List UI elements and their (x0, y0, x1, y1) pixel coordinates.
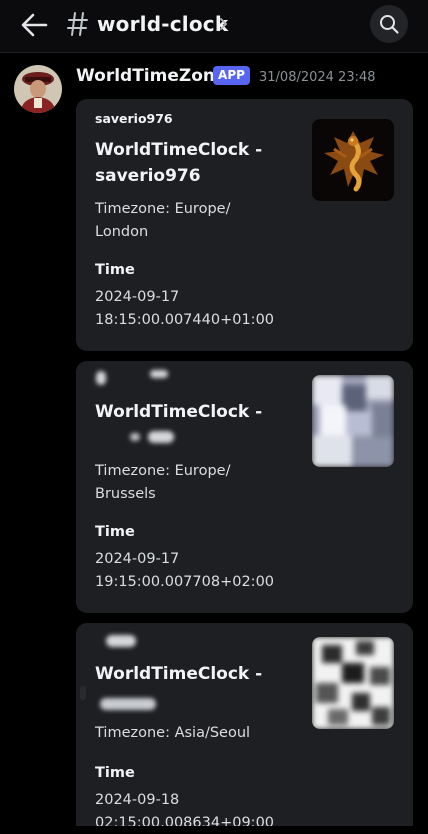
embed-title[interactable]: WorldTimeClock - (95, 661, 295, 687)
embed-author[interactable]: saverio976 (95, 111, 173, 126)
timezone-line: Timezone: Europe/ (95, 201, 231, 217)
embed-field-name: Time (95, 524, 135, 540)
embed-title[interactable]: WorldTimeClock - (95, 399, 295, 425)
embed-card: WorldTimeClock - Timezone: Asia/Seoul Ti… (76, 623, 413, 834)
embed-title-line: WorldTimeClock - (95, 402, 263, 422)
time-line: 2024-09-17 (95, 551, 180, 567)
time-line: 2024-09-18 (95, 792, 180, 808)
search-icon (380, 15, 399, 34)
embed-title[interactable]: WorldTimeClock - saverio976 (95, 137, 295, 189)
embed-title-line: WorldTimeClock - (95, 664, 263, 684)
embed-timezone: Timezone: Europe/ Brussels (95, 460, 295, 506)
embed-card: WorldTimeClock - Timezone: Europe/ Bruss… (76, 361, 413, 613)
timezone-line: Timezone: Asia/Seoul (95, 725, 251, 741)
redacted-title (148, 431, 174, 443)
redacted-title (130, 433, 140, 441)
time-line: 2024-09-17 (95, 289, 180, 305)
avatar[interactable] (14, 65, 62, 113)
embed-field-name: Time (95, 765, 135, 781)
embed-field-name: Time (95, 262, 135, 278)
time-line: 18:15:00.007440+01:00 (95, 312, 275, 328)
channel-header: world-clock (0, 0, 428, 52)
timezone-line: Brussels (95, 486, 156, 502)
embed-field-value: 2024-09-17 18:15:00.007440+01:00 (95, 286, 315, 332)
redacted-author (106, 635, 136, 647)
hash-icon (66, 10, 90, 38)
scroll-indicator (80, 686, 86, 700)
app-badge: APP (213, 66, 250, 85)
redacted-title (100, 698, 156, 710)
embed-title-line: WorldTimeClock - (95, 140, 263, 160)
chevron-right-icon[interactable] (218, 15, 230, 33)
timezone-line: Timezone: Europe/ (95, 463, 231, 479)
embed-field-value: 2024-09-17 19:15:00.007708+02:00 (95, 548, 315, 594)
embed-thumbnail[interactable] (312, 375, 394, 467)
redacted-author (96, 371, 106, 385)
search-button[interactable] (370, 5, 408, 43)
embed-title-line: saverio976 (95, 166, 201, 186)
timezone-line: London (95, 224, 149, 240)
channel-title[interactable]: world-clock (97, 12, 228, 36)
arrow-left-icon (21, 13, 48, 37)
message-timestamp: 31/08/2024 23:48 (259, 70, 376, 85)
embed-thumbnail[interactable] (312, 119, 394, 201)
embed-card: saverio976 WorldTimeClock - saverio976 T… (76, 99, 413, 351)
embed-timezone: Timezone: Asia/Seoul (95, 722, 325, 745)
bottom-edge (0, 826, 428, 834)
back-button[interactable] (18, 10, 50, 40)
embed-thumbnail[interactable] (312, 637, 394, 729)
header-divider (0, 52, 428, 53)
embed-timezone: Timezone: Europe/ London (95, 198, 295, 244)
redacted-author (150, 370, 168, 378)
message-author[interactable]: WorldTimeZone (76, 66, 227, 86)
time-line: 19:15:00.007708+02:00 (95, 574, 275, 590)
